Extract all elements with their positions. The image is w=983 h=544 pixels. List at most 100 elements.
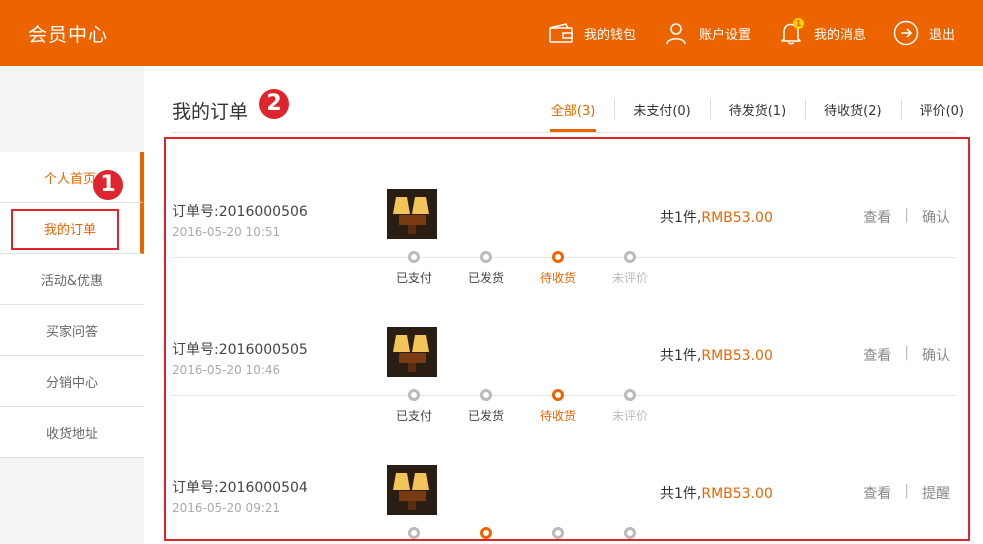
tab-to-receive[interactable]: 待收货(2) [805,86,900,132]
tab-unpaid[interactable]: 未支付(0) [614,86,709,132]
step-awaiting-receipt: 待收货 [528,389,588,424]
sidebar-item-promotions[interactable]: 活动&优惠 [0,254,144,305]
sidebar-item-buyer-qa[interactable]: 买家问答 [0,305,144,356]
logout-icon [892,19,920,47]
order-quantity: 共1件, [660,486,702,502]
step-dot [480,527,492,539]
page-title: 我的订单 [172,101,249,123]
nav-messages[interactable]: 1 我的消息 [777,18,866,47]
step-dot [624,527,636,539]
order-date: 2016-05-20 09:21 [172,501,281,515]
step-awaiting-receipt: 待收货 [528,251,588,286]
step-shipped: 已发货 [456,389,516,424]
step-dot [408,389,420,401]
view-order-link[interactable]: 查看 [863,207,891,227]
step-paid: 已支付 [384,389,444,424]
message-count-badge: 1 [792,18,804,29]
order-number: 订单号:2016000506 [172,204,308,220]
step-current [456,527,516,539]
view-order-link[interactable]: 查看 [863,483,891,503]
step-label: 未评价 [611,409,648,423]
orders-highlight-box [11,209,119,250]
tab-to-ship[interactable]: 待发货(1) [709,86,805,132]
nav-account-label: 账户设置 [698,27,751,43]
order-card: 订单号:2016000505 2016-05-20 10:46 共1件,RMB5… [166,293,968,431]
action-separator: | [904,207,909,223]
nav-messages-label: 我的消息 [813,27,866,43]
step-paid: 已支付 [384,251,444,286]
step-dot [624,251,636,263]
step-paid [384,527,444,539]
order-tabs: 全部(3) 未支付(0) 待发货(1) 待收货(2) 评价(0) [532,86,983,132]
order-date: 2016-05-20 10:46 [172,363,281,377]
confirm-receipt-link[interactable]: 确认 [922,207,950,227]
order-actions: 查看 | 提醒 [863,483,950,503]
top-nav: 我的钱包 账户设置 1 我的消息 退出 [521,0,955,66]
tab-review[interactable]: 评价(0) [900,86,983,132]
orders-highlight-frame: 订单号:2016000506 2016-05-20 10:51 共1件,RMB5… [164,137,970,541]
step-dot [552,251,564,263]
step-pending [528,527,588,539]
callout-2: 2 [259,89,289,119]
step-label: 已支付 [395,409,432,423]
nav-wallet-label: 我的钱包 [583,27,636,43]
order-quantity: 共1件, [660,210,702,226]
order-quantity: 共1件, [660,348,702,364]
order-price: RMB53.00 [701,486,773,502]
step-not-reviewed: 未评价 [600,389,660,424]
sidebar-item-home[interactable]: 个人首页 [0,152,144,203]
step-shipped: 已发货 [456,251,516,286]
step-label: 未评价 [611,271,648,285]
step-dot [552,389,564,401]
brand-title[interactable]: 会员中心 [28,20,108,47]
order-price: RMB53.00 [701,348,773,364]
remind-shipping-link[interactable]: 提醒 [922,483,950,503]
confirm-receipt-link[interactable]: 确认 [922,345,950,365]
order-number: 订单号:2016000505 [172,342,308,358]
order-number: 订单号:2016000504 [172,480,308,496]
nav-logout[interactable]: 退出 [892,19,955,47]
wallet-icon [547,19,575,47]
order-progress: 已支付 已发货 待收货 未评价 [384,251,648,291]
step-dot [408,251,420,263]
order-total: 共1件,RMB53.00 [660,483,773,503]
action-separator: | [904,483,909,499]
order-actions: 查看 | 确认 [863,345,950,365]
tabs-divider [172,132,955,133]
order-total: 共1件,RMB53.00 [660,207,773,227]
bell-icon: 1 [777,18,805,47]
step-label: 已发货 [467,271,504,285]
nav-account-settings[interactable]: 账户设置 [662,19,751,47]
nav-wallet[interactable]: 我的钱包 [547,19,636,47]
step-dot [552,527,564,539]
step-not-reviewed: 未评价 [600,251,660,286]
step-pending [600,527,660,539]
step-dot [408,527,420,539]
nav-logout-label: 退出 [928,27,955,43]
step-dot [480,251,492,263]
sidebar-item-distribution[interactable]: 分销中心 [0,356,144,407]
order-card: 订单号:2016000506 2016-05-20 10:51 共1件,RMB5… [166,155,968,293]
order-date: 2016-05-20 10:51 [172,225,281,239]
action-separator: | [904,345,909,361]
top-bar: 会员中心 我的钱包 账户设置 1 我的消息 退出 [0,0,983,66]
order-actions: 查看 | 确认 [863,207,950,227]
step-label: 待收货 [539,271,576,285]
step-label: 已支付 [395,271,432,285]
step-dot [624,389,636,401]
step-label: 已发货 [467,409,504,423]
order-price: RMB53.00 [701,210,773,226]
product-thumbnail[interactable] [387,189,437,239]
order-total: 共1件,RMB53.00 [660,345,773,365]
view-order-link[interactable]: 查看 [863,345,891,365]
tab-all[interactable]: 全部(3) [532,86,614,132]
product-thumbnail[interactable] [387,465,437,515]
product-thumbnail[interactable] [387,327,437,377]
sidebar-item-address[interactable]: 收货地址 [0,407,144,458]
sidebar: 个人首页 我的订单 活动&优惠 买家问答 分销中心 收货地址 [0,66,144,544]
callout-1: 1 [93,170,123,200]
user-icon [662,19,690,47]
step-label: 待收货 [539,409,576,423]
order-card: 订单号:2016000504 2016-05-20 09:21 共1件,RMB5… [166,431,968,539]
order-progress: 已支付 已发货 待收货 未评价 [384,389,648,429]
